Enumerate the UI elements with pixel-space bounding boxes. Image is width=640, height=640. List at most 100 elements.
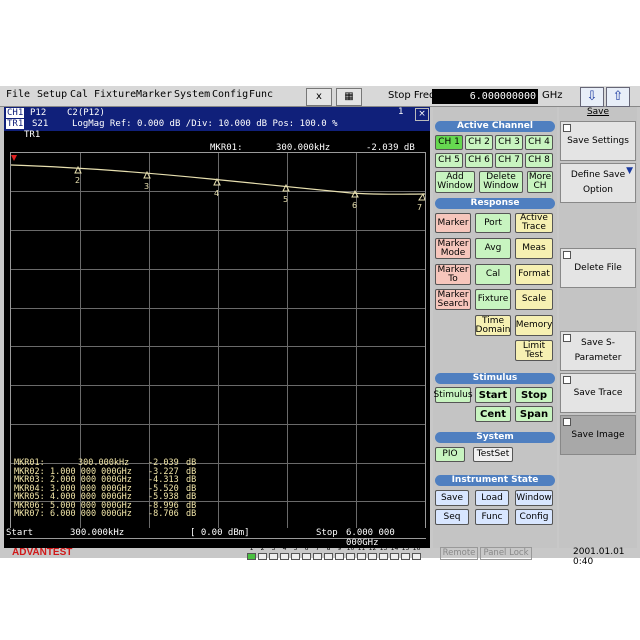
softkey-title: Save — [586, 107, 610, 117]
active-trace-button[interactable]: Active Trace — [515, 213, 553, 233]
led: 2 — [257, 545, 268, 560]
ch2-button[interactable]: CH 2 — [465, 135, 493, 150]
menu-system[interactable]: System — [174, 89, 210, 100]
ch4-button[interactable]: CH 4 — [525, 135, 553, 150]
trace-tab[interactable]: TR1 — [24, 130, 40, 140]
svg-text:5: 5 — [283, 195, 288, 204]
memory-button[interactable]: Memory — [515, 315, 553, 336]
meas-button[interactable]: Meas — [515, 238, 553, 259]
arrow-down-button[interactable]: ⇩ — [580, 87, 604, 107]
menu-config[interactable]: Config — [212, 89, 248, 100]
ch5-button[interactable]: CH 5 — [435, 153, 463, 168]
ch6-button[interactable]: CH 6 — [465, 153, 493, 168]
marker-3: 3 — [143, 170, 151, 191]
start-value: 300.000kHz — [70, 528, 125, 538]
channel-label: CH1 — [6, 108, 25, 118]
format-button[interactable]: Format — [515, 264, 553, 285]
keyboard-icon[interactable]: ▦ — [336, 88, 362, 106]
arrow-up-button[interactable]: ⇧ — [606, 87, 630, 107]
menu-file[interactable]: File — [6, 89, 30, 100]
led: 3 — [268, 545, 279, 560]
menu-cal[interactable]: Cal — [70, 89, 88, 100]
ch7-button[interactable]: CH 7 — [495, 153, 523, 168]
softkey-label: Save S-Parameter — [574, 338, 622, 363]
c2-label: C2(P12) — [67, 108, 105, 118]
ch8-button[interactable]: CH 8 — [525, 153, 553, 168]
led: 6 — [301, 545, 312, 560]
checkbox-icon — [563, 334, 571, 342]
led: 4 — [279, 545, 290, 560]
load-button[interactable]: Load — [475, 490, 509, 506]
stimulus-button[interactable]: Stimulus — [433, 387, 473, 403]
marker-to-button[interactable]: Marker To — [435, 264, 471, 285]
softkey-label: Save Image — [571, 429, 625, 440]
ch1-button[interactable]: CH 1 — [435, 135, 463, 150]
delete-window-button[interactable]: Delete Window — [479, 171, 523, 193]
sparam-label: S21 — [32, 119, 49, 129]
marker-button[interactable]: Marker — [435, 213, 471, 233]
func-button[interactable]: Func — [475, 509, 509, 525]
scale-button[interactable]: Scale — [515, 289, 553, 310]
port-button[interactable]: Port — [475, 213, 511, 233]
marker-5: 5 — [282, 183, 290, 204]
pio-button[interactable]: PIO — [435, 447, 465, 462]
softkey-menu: Save Save Settings Define Save Option ▼ D… — [559, 107, 637, 548]
cal-button[interactable]: Cal — [475, 264, 511, 285]
more-ch-button[interactable]: More CH — [527, 171, 553, 193]
entry-field[interactable]: 6.000000000 — [432, 89, 538, 104]
testset-button[interactable]: TestSet — [473, 447, 513, 462]
save-sparam-softkey[interactable]: Save S-Parameter — [560, 331, 636, 371]
fixture-button[interactable]: Fixture — [475, 289, 511, 310]
led: 1 — [246, 545, 257, 560]
section-response: Response — [435, 198, 555, 209]
section-instrument-state: Instrument State — [435, 475, 555, 486]
save-button[interactable]: Save — [435, 490, 469, 506]
remote-indicator: Remote — [440, 547, 478, 560]
save-trace-softkey[interactable]: Save Trace — [560, 373, 636, 413]
cent-button[interactable]: Cent — [475, 406, 511, 422]
trace-label[interactable]: TR1 — [6, 119, 25, 129]
marker-search-button[interactable]: Marker Search — [435, 289, 471, 310]
panel-lock-indicator: Panel Lock — [480, 547, 532, 560]
ch3-button[interactable]: CH 3 — [495, 135, 523, 150]
menu-fixture[interactable]: Fixture — [94, 89, 136, 100]
window-close-button[interactable]: × — [415, 108, 429, 121]
checkbox-icon — [563, 251, 571, 259]
close-button[interactable]: x — [306, 88, 332, 106]
clock: 2001.01.01 0:40 — [573, 547, 625, 567]
delete-file-softkey[interactable]: Delete File — [560, 248, 636, 288]
add-window-button[interactable]: Add Window — [435, 171, 475, 193]
marker-mode-button[interactable]: Marker Mode — [435, 238, 471, 259]
softkey-label: Define Save Option — [570, 170, 626, 195]
define-save-option-softkey[interactable]: Define Save Option ▼ — [560, 163, 636, 203]
menu-setup[interactable]: Setup — [37, 89, 67, 100]
menu-bar: File Setup Cal Fixture Marker System Con… — [0, 86, 640, 107]
hardkey-panel: Active Channel CH 1 CH 2 CH 3 CH 4 CH 5 … — [433, 107, 557, 548]
menu-marker[interactable]: Marker — [136, 89, 172, 100]
checkbox-icon — [563, 418, 571, 426]
menu-func[interactable]: Func — [249, 89, 273, 100]
checkbox-icon — [563, 124, 571, 132]
save-settings-softkey[interactable]: Save Settings — [560, 121, 636, 161]
config-button[interactable]: Config — [515, 509, 553, 525]
led: 10 — [345, 545, 356, 560]
time-domain-button[interactable]: Time Domain — [475, 315, 511, 336]
stop-button[interactable]: Stop — [515, 387, 553, 403]
avg-button[interactable]: Avg — [475, 238, 511, 259]
span-button[interactable]: Span — [515, 406, 553, 422]
trace-params: LogMag Ref: 0.000 dB /Div: 10.000 dB Pos… — [72, 119, 338, 129]
limit-test-button[interactable]: Limit Test — [515, 340, 553, 361]
window-button[interactable]: Window — [515, 490, 553, 506]
measurement-screen: CH1 P12 C2(P12) TR1 S21 LogMag Ref: 0.00… — [4, 107, 430, 548]
brand-logo: ADVANTEST — [12, 547, 73, 558]
led: 7 — [312, 545, 323, 560]
led: 11 — [356, 545, 367, 560]
save-image-softkey[interactable]: Save Image — [560, 415, 636, 455]
led: 14 — [389, 545, 400, 560]
start-button[interactable]: Start — [475, 387, 511, 403]
svg-text:7: 7 — [417, 203, 422, 212]
port-label: P12 — [30, 108, 47, 118]
seq-button[interactable]: Seq — [435, 509, 469, 525]
svg-text:4: 4 — [214, 189, 219, 198]
led: 13 — [378, 545, 389, 560]
